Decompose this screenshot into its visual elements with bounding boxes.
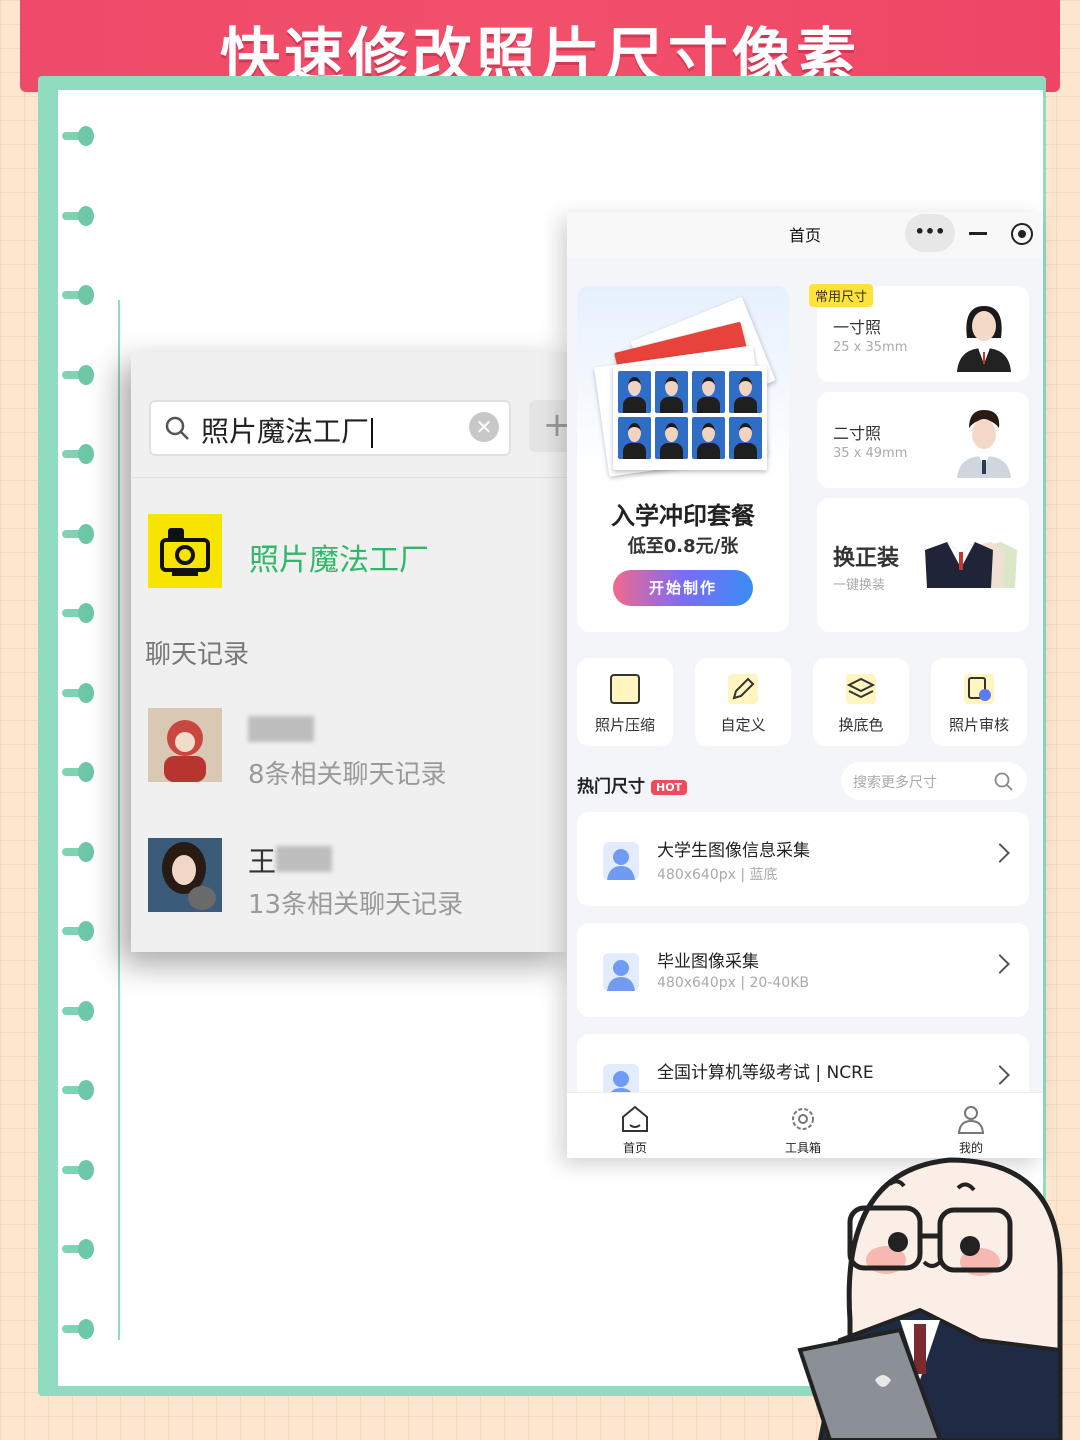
chevron-right-icon xyxy=(990,954,1010,974)
tab-toolbox[interactable]: 工具箱 xyxy=(763,1101,843,1157)
size-name: 一寸照 xyxy=(833,318,882,337)
tab-home[interactable]: 首页 xyxy=(595,1101,675,1157)
search-result-app-name[interactable]: 照片魔法工厂 xyxy=(249,535,429,579)
tool-label: 照片压缩 xyxy=(594,716,655,734)
tool-photo-compress[interactable]: 照片压缩 xyxy=(577,658,673,746)
more-icon[interactable]: ••• xyxy=(905,214,955,252)
close-target-icon[interactable] xyxy=(1011,223,1033,245)
change-suit-card[interactable]: 换正装 一键换装 xyxy=(817,498,1029,632)
edit-icon xyxy=(728,674,758,704)
wechat-search-panel: 照片魔法工厂 ✕ + 照片魔法工厂 聊天记录 8条相关聊天记录 王 13条相关聊… xyxy=(131,352,571,952)
chat-result-row[interactable]: 王 13条相关聊天记录 xyxy=(148,838,568,920)
promo-title: 入学冲印套餐 xyxy=(611,502,755,530)
text-caret xyxy=(371,418,374,448)
notebook-ring xyxy=(62,1239,94,1261)
promo-price: 低至0.8元/张 xyxy=(627,536,739,557)
size-search-input[interactable]: 搜索更多尺寸 xyxy=(841,762,1027,800)
chat-history-label: 聊天记录 xyxy=(145,640,250,670)
search-icon xyxy=(165,416,189,440)
blurred-name xyxy=(248,716,314,742)
portrait-icon xyxy=(603,842,639,880)
notebook-ring xyxy=(62,205,94,228)
notebook-ring xyxy=(62,921,94,943)
mini-program-window: 首页 ••• 入学冲印套餐 低至0.8元/张 开始制作 常用尺寸 一寸照 25 … xyxy=(567,212,1043,1158)
tool-photo-audit[interactable]: 照片审核 xyxy=(931,658,1027,746)
search-input[interactable]: 照片魔法工厂 ✕ xyxy=(149,400,511,456)
chevron-right-icon xyxy=(990,1065,1010,1085)
search-query: 照片魔法工厂 xyxy=(201,410,374,450)
audit-icon xyxy=(964,674,994,704)
hot-sizes-heading: 热门尺寸 HOT xyxy=(577,772,688,797)
notebook-ring xyxy=(62,682,94,705)
tool-custom[interactable]: 自定义 xyxy=(695,658,791,746)
hot-size-name: 毕业图像采集 xyxy=(657,952,759,972)
common-size-badge: 常用尺寸 xyxy=(809,284,874,307)
bottom-tab-bar: 首页 工具箱 我的 xyxy=(567,1092,1043,1158)
blurred-name xyxy=(276,846,332,872)
suit-subtitle: 一键换装 xyxy=(833,578,886,593)
compress-icon xyxy=(610,674,640,704)
tool-change-background[interactable]: 换底色 xyxy=(813,658,909,746)
hot-size-name: 全国计算机等级考试 | NCRE xyxy=(657,1063,874,1083)
home-icon xyxy=(622,1105,648,1132)
id-photo-sheets-illustration xyxy=(593,296,776,477)
suits-illustration xyxy=(925,542,1017,588)
notebook-ring xyxy=(62,1000,94,1023)
notebook-ring xyxy=(62,1080,94,1102)
photo-factory-logo[interactable] xyxy=(148,514,222,588)
notebook-ring xyxy=(62,523,94,546)
start-making-button[interactable]: 开始制作 xyxy=(613,570,753,606)
size-card-2inch[interactable]: 二寸照 35 x 49mm xyxy=(817,392,1029,488)
tab-mine[interactable]: 我的 xyxy=(931,1101,1011,1157)
user-icon xyxy=(957,1106,985,1134)
hot-badge: HOT xyxy=(651,779,688,795)
layers-icon xyxy=(846,674,876,704)
promo-card[interactable]: 入学冲印套餐 低至0.8元/张 开始制作 xyxy=(577,286,789,632)
divider xyxy=(131,477,571,478)
chevron-right-icon xyxy=(990,843,1010,863)
notebook-ring xyxy=(62,285,94,307)
gear-icon xyxy=(792,1108,814,1130)
notebook-ring xyxy=(62,841,94,864)
mascot-character-illustration xyxy=(797,1157,1063,1440)
female-portrait-icon xyxy=(957,306,1011,372)
suit-title: 换正装 xyxy=(833,546,900,571)
tool-label: 换底色 xyxy=(838,716,884,734)
notebook-ring xyxy=(62,126,94,148)
chat-name: 王 xyxy=(248,845,277,878)
portrait-icon xyxy=(603,953,639,991)
notebook-ring xyxy=(62,1318,94,1341)
size-name: 二寸照 xyxy=(833,424,882,443)
search-icon xyxy=(994,772,1013,791)
chat-match-count: 8条相关聊天记录 xyxy=(248,760,447,790)
tool-label: 照片审核 xyxy=(948,716,1009,734)
hot-size-desc: 480x640px | 20-40KB xyxy=(657,975,809,991)
add-button[interactable]: + xyxy=(529,400,571,452)
notebook-ring xyxy=(62,1159,94,1182)
clear-search-icon[interactable]: ✕ xyxy=(469,412,499,442)
minimize-icon[interactable] xyxy=(969,232,987,235)
size-card-1inch[interactable]: 常用尺寸 一寸照 25 x 35mm xyxy=(809,284,1029,382)
hot-size-item[interactable]: 大学生图像信息采集 480x640px | 蓝底 xyxy=(577,812,1029,906)
hot-size-desc: 480x640px | 蓝底 xyxy=(657,867,778,883)
notebook-ring xyxy=(62,444,94,466)
chat-match-count: 13条相关聊天记录 xyxy=(248,890,464,920)
tab-label: 首页 xyxy=(622,1141,647,1155)
tool-label: 自定义 xyxy=(720,716,766,734)
hot-size-item[interactable]: 毕业图像采集 480x640px | 20-40KB xyxy=(577,923,1029,1017)
avatar xyxy=(148,838,222,912)
notebook-ring xyxy=(62,762,94,784)
size-dimensions: 25 x 35mm xyxy=(833,340,908,355)
size-dimensions: 35 x 49mm xyxy=(833,446,908,461)
avatar xyxy=(148,708,222,782)
notebook-ring xyxy=(62,364,94,387)
mini-program-header: 首页 ••• xyxy=(567,212,1043,258)
male-portrait-icon xyxy=(957,410,1011,478)
size-search-placeholder: 搜索更多尺寸 xyxy=(853,775,937,791)
notebook-margin-line xyxy=(118,300,120,1340)
notebook-ring xyxy=(62,603,94,625)
chat-result-row[interactable]: 8条相关聊天记录 xyxy=(148,708,568,790)
hot-size-name: 大学生图像信息采集 xyxy=(657,841,810,861)
capsule-menu: ••• xyxy=(905,214,1037,254)
